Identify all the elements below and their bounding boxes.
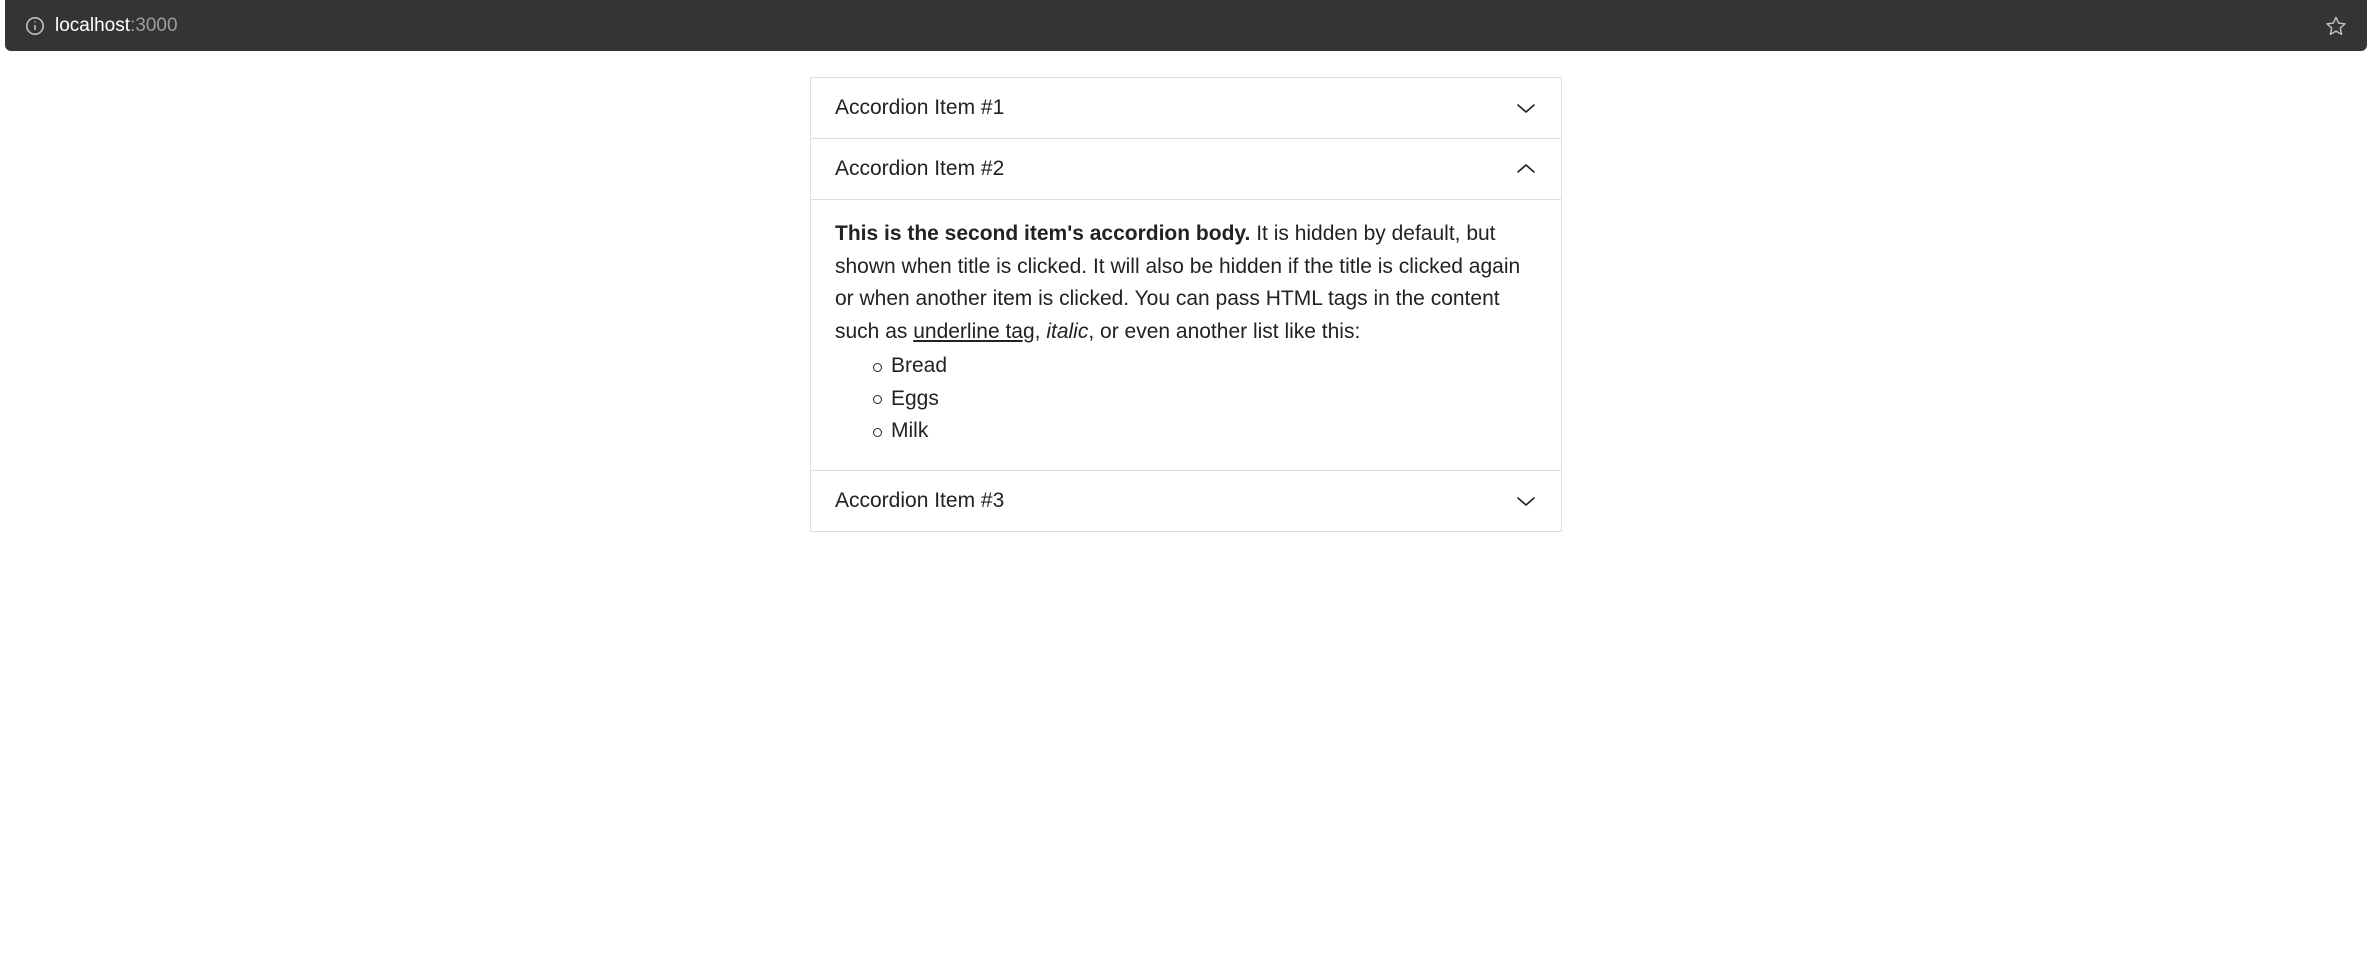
accordion-header-1[interactable]: Accordion Item #1 [811, 78, 1561, 138]
chevron-down-icon [1515, 101, 1537, 115]
accordion-item-2: Accordion Item #2 This is the second ite… [811, 139, 1561, 471]
page-content: Accordion Item #1 Accordion Item #2 [0, 51, 2372, 532]
info-icon[interactable] [25, 16, 45, 36]
body-text-2: , [1035, 320, 1047, 343]
url-area[interactable]: localhost:3000 [25, 15, 2325, 37]
browser-address-bar: localhost:3000 [5, 0, 2367, 51]
body-text-3: , or even another list like this: [1088, 320, 1360, 343]
chevron-down-icon [1515, 494, 1537, 508]
chevron-up-icon [1515, 162, 1537, 176]
accordion-title-3: Accordion Item #3 [835, 489, 1004, 513]
list-item: Bread [873, 350, 1537, 383]
body-underline: underline tag [913, 320, 1034, 343]
accordion-title-2: Accordion Item #2 [835, 157, 1004, 181]
accordion-header-2[interactable]: Accordion Item #2 [811, 139, 1561, 199]
accordion-body-text: This is the second item's accordion body… [835, 218, 1537, 348]
url-port: :3000 [130, 15, 178, 36]
url-host: localhost [55, 15, 130, 36]
accordion-item-1: Accordion Item #1 [811, 78, 1561, 139]
url-text[interactable]: localhost:3000 [55, 15, 178, 37]
accordion-header-3[interactable]: Accordion Item #3 [811, 471, 1561, 531]
accordion-body-2: This is the second item's accordion body… [811, 199, 1561, 470]
bookmark-star-icon[interactable] [2325, 15, 2347, 37]
list-item: Eggs [873, 383, 1537, 416]
accordion-title-1: Accordion Item #1 [835, 96, 1004, 120]
accordion-item-3: Accordion Item #3 [811, 471, 1561, 531]
body-list: Bread Eggs Milk [835, 350, 1537, 448]
accordion: Accordion Item #1 Accordion Item #2 [810, 77, 1562, 532]
list-item: Milk [873, 415, 1537, 448]
body-bold: This is the second item's accordion body… [835, 222, 1250, 245]
body-italic: italic [1046, 320, 1088, 343]
